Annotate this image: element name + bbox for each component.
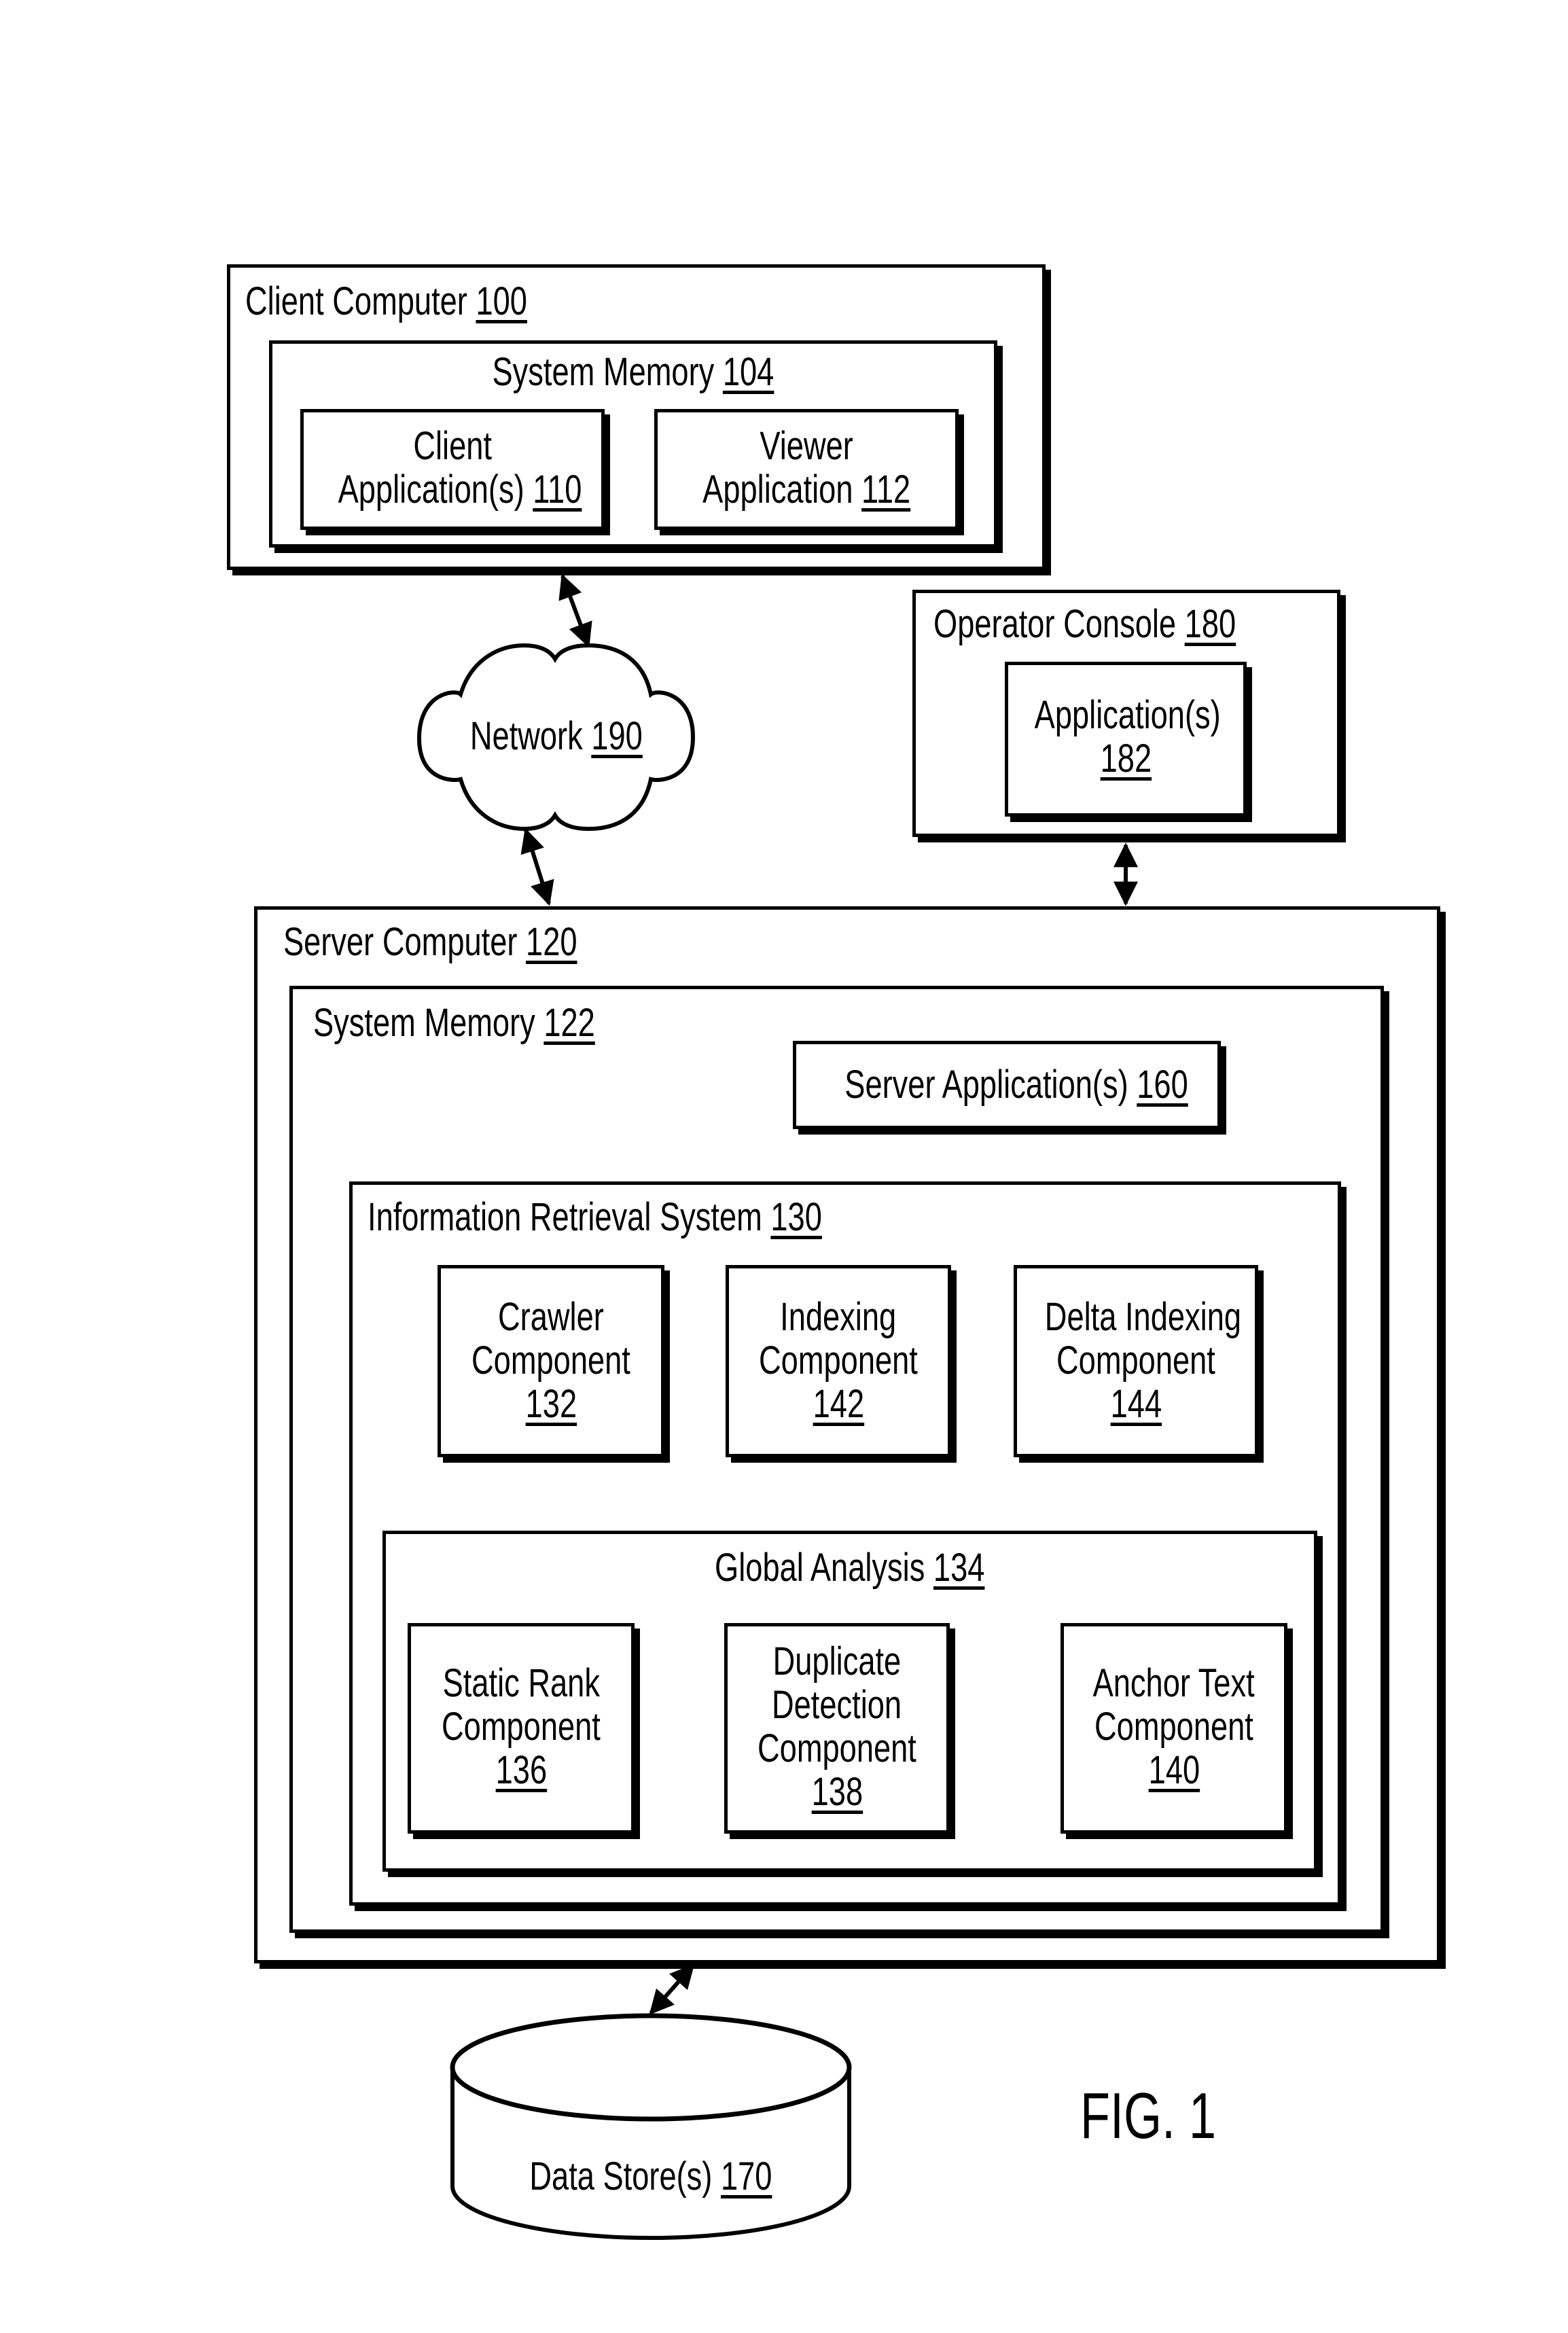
anchor-text-component-label: Anchor Text Component 140 [1092,1661,1255,1792]
client-system-memory-ref: 104 [722,350,774,394]
anchor-text-component-ref: 140 [1148,1748,1200,1792]
information-retrieval-system-ref: 130 [770,1195,822,1239]
operator-applications-box: Application(s) 182 [1005,662,1247,817]
crawler-component-box: Crawler Component 132 [438,1265,664,1457]
viewer-application-box: Viewer Application 112 [654,409,959,530]
static-rank-component-ref: 136 [495,1748,547,1792]
delta-indexing-component-box: Delta Indexing Component 144 [1014,1265,1258,1457]
data-store-label: Data Store(s) 170 [529,2154,772,2198]
server-system-memory-ref: 122 [544,1001,595,1045]
crawler-component-label: Crawler Component 132 [471,1295,630,1426]
server-system-memory-title: System Memory 122 [313,1001,595,1045]
operator-applications-label: Application(s) 182 [1034,693,1221,781]
anchor-text-component-box: Anchor Text Component 140 [1061,1623,1287,1834]
client-applications-box: Client Application(s) 110 [300,409,605,530]
global-analysis-title: Global Analysis 134 [715,1546,985,1590]
server-applications-label: Server Application(s) 160 [844,1063,1188,1107]
arrow-network-server [520,827,554,906]
client-applications-label: Client Application(s) 110 [338,424,582,512]
operator-console-title: Operator Console 180 [933,602,1236,646]
data-store-ref: 170 [721,2154,772,2198]
viewer-application-label: Viewer Application 112 [702,424,911,512]
indexing-component-ref: 142 [813,1382,864,1426]
network-ref: 190 [591,714,643,758]
delta-indexing-component-label: Delta Indexing Component 144 [1044,1295,1242,1426]
network-label: Network 190 [469,714,643,758]
global-analysis-ref: 134 [933,1546,985,1590]
arrow-server-datastore [649,1963,695,2015]
indexing-component-box: Indexing Component 142 [726,1265,951,1457]
arrow-client-network [558,573,592,648]
operator-applications-ref: 182 [1100,736,1152,781]
duplicate-detection-component-label: Duplicate Detection Component 138 [758,1639,916,1814]
static-rank-component-label: Static Rank Component 136 [442,1661,601,1792]
server-computer-title: Server Computer 120 [283,920,577,964]
client-computer-ref: 100 [476,279,527,323]
datastore-cylinder-top [450,2013,852,2122]
client-system-memory-title: System Memory 104 [492,350,774,394]
patent-figure: Client Computer 100 System Memory 104 Cl… [0,0,1568,2333]
viewer-application-ref: 112 [861,467,911,512]
delta-indexing-component-ref: 144 [1110,1382,1162,1426]
indexing-component-label: Indexing Component 142 [759,1295,918,1426]
crawler-component-ref: 132 [525,1382,577,1426]
client-applications-ref: 110 [533,467,582,512]
static-rank-component-box: Static Rank Component 136 [408,1623,635,1834]
information-retrieval-system-title: Information Retrieval System 130 [368,1195,822,1239]
operator-console-ref: 180 [1184,602,1236,646]
duplicate-detection-component-ref: 138 [811,1770,863,1814]
server-applications-box: Server Application(s) 160 [793,1041,1221,1129]
client-computer-title: Client Computer 100 [245,279,527,323]
server-applications-ref: 160 [1137,1063,1188,1107]
duplicate-detection-component-box: Duplicate Detection Component 138 [724,1623,950,1834]
figure-label: FIG. 1 [1080,2080,1217,2152]
server-computer-ref: 120 [526,920,577,964]
